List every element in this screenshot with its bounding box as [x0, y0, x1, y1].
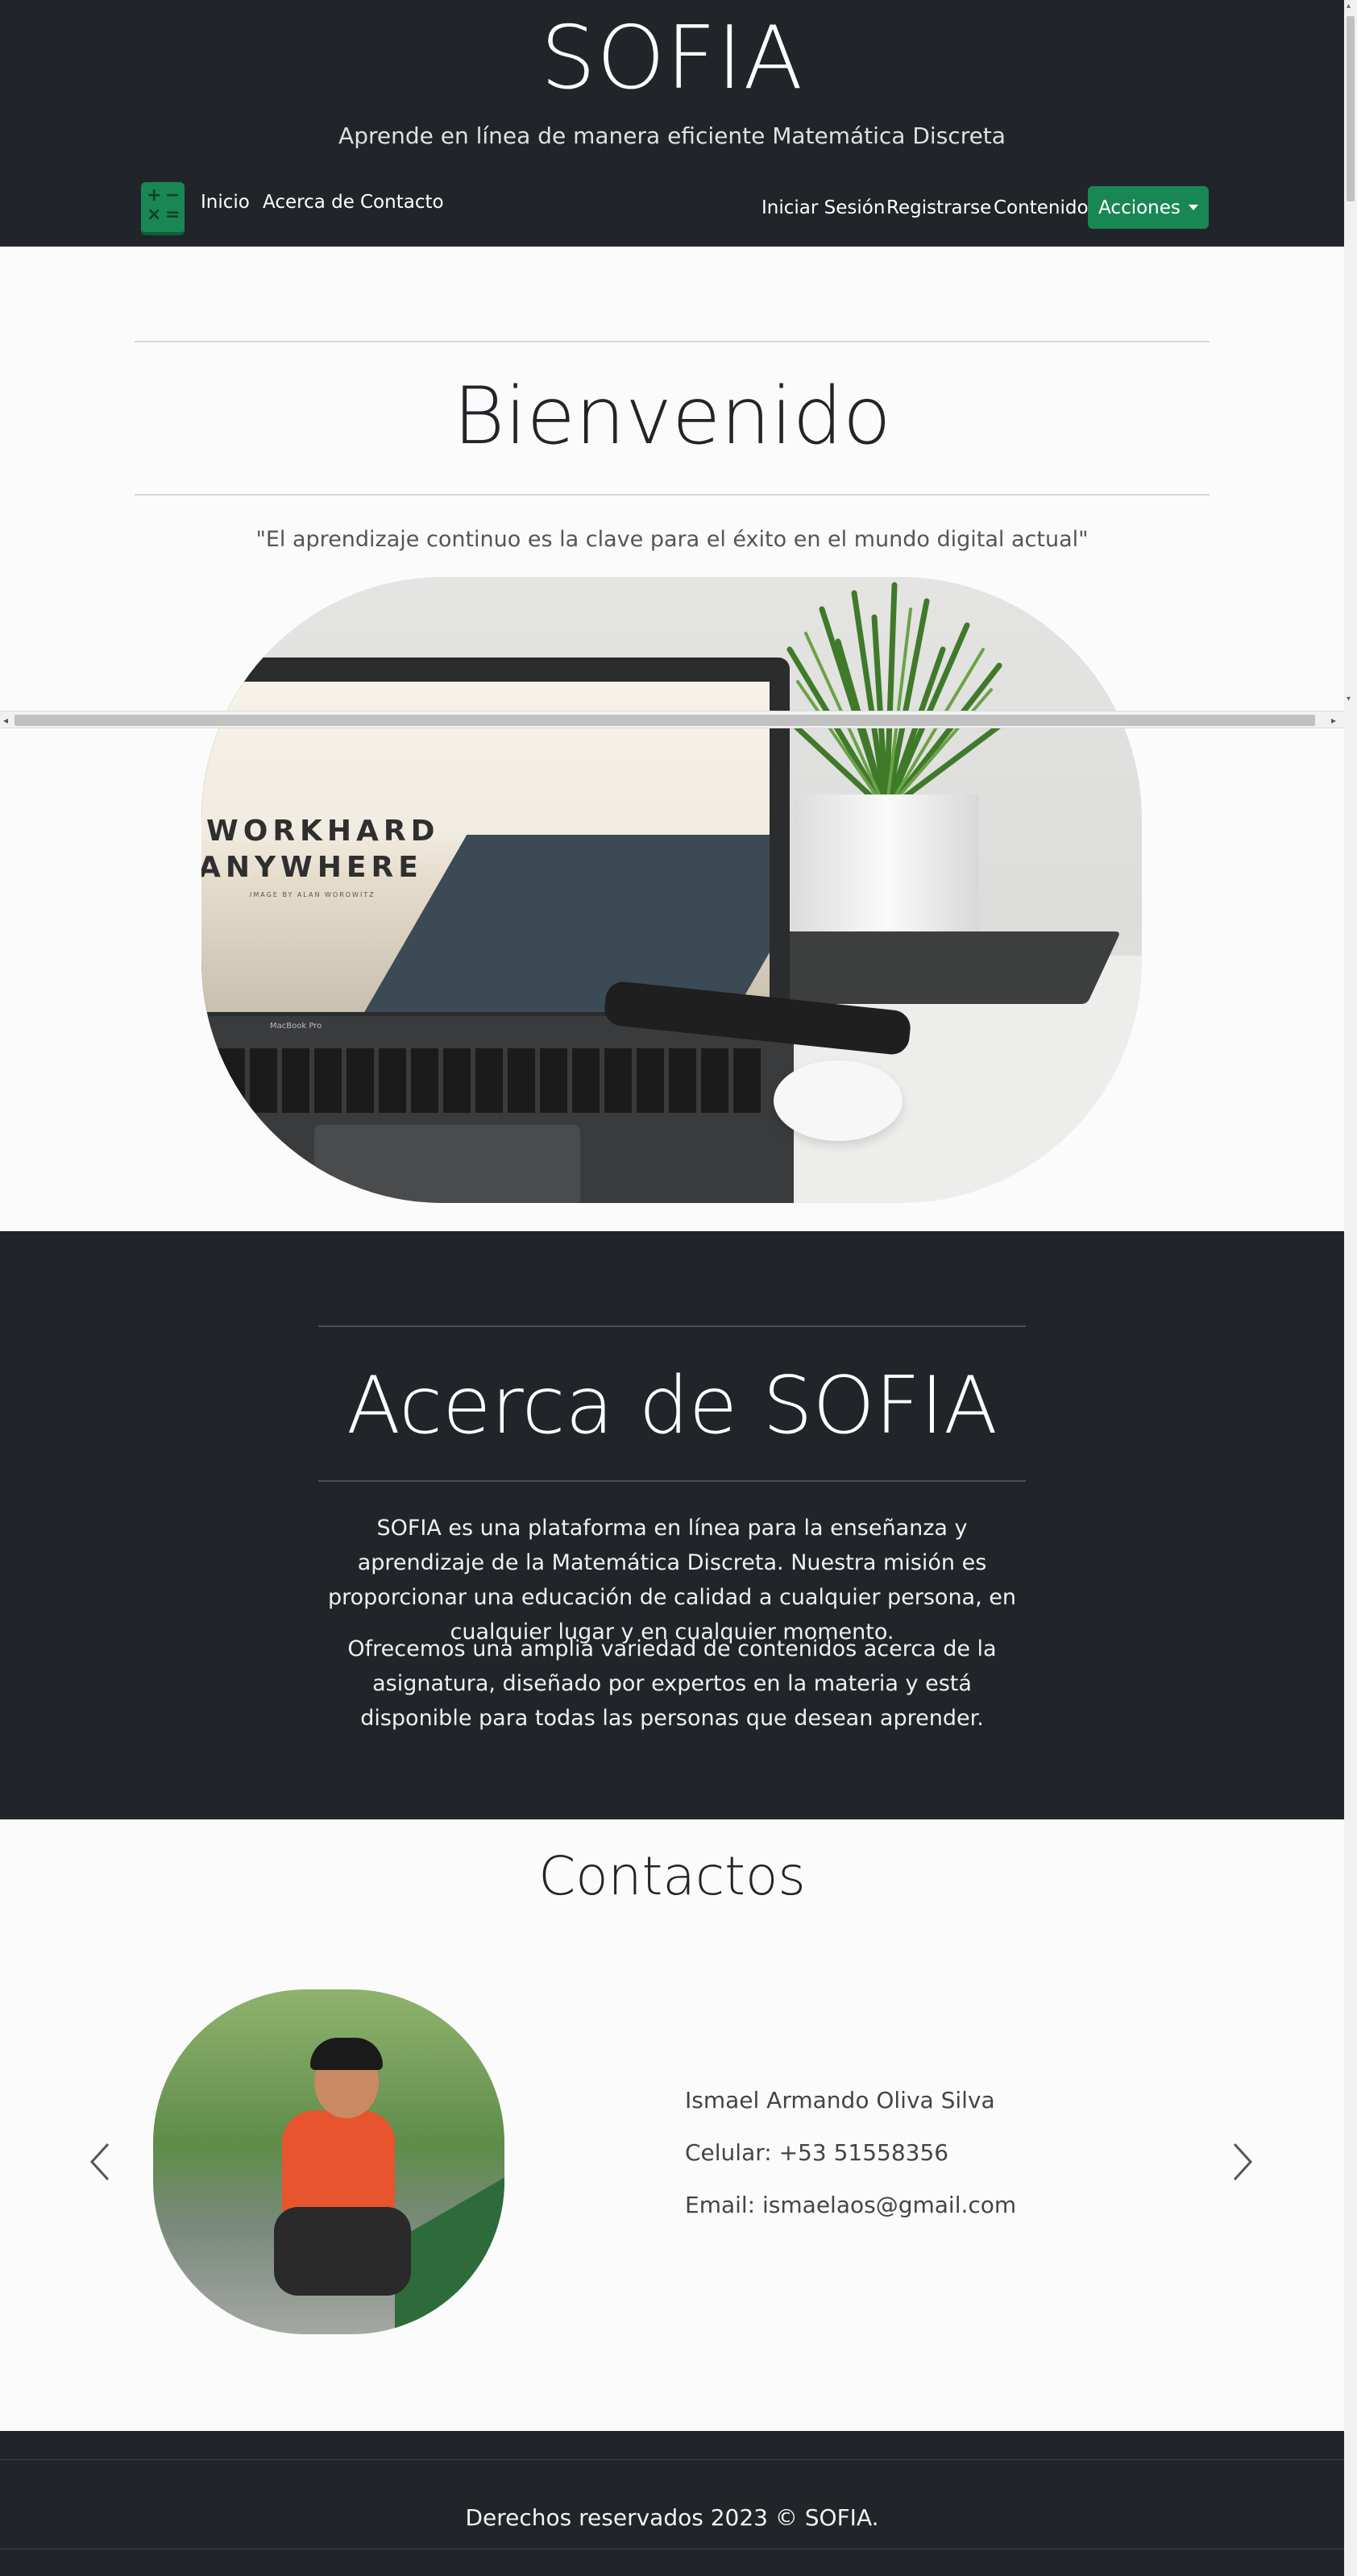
horizontal-scrollbar[interactable]: ◂ ▸ [0, 711, 1344, 728]
about-paragraph-2: Ofrecemos una amplia variedad de conteni… [347, 1636, 997, 1731]
scroll-left-icon[interactable]: ◂ [3, 714, 8, 727]
divider-top [135, 341, 1210, 342]
photo-legs [274, 2207, 411, 2296]
divider-bottom [135, 494, 1210, 496]
photo-person [282, 2110, 395, 2223]
site-title: SOFIA [540, 8, 804, 109]
site-footer: Derechos reservados 2023 © SOFIA. [0, 2431, 1344, 2576]
welcome-title: Bienvenido [453, 371, 891, 463]
scroll-right-icon[interactable]: ▸ [1331, 714, 1336, 727]
screen-text-anywhere: ANYWHERE [201, 851, 423, 884]
nav-acerca-de[interactable]: Acerca de [263, 192, 355, 213]
about-divider-bottom [318, 1480, 1026, 1482]
welcome-quote: "El aprendizaje continuo es la clave par… [255, 527, 1089, 552]
page: SOFIA Aprende en línea de manera eficien… [0, 0, 1344, 2576]
logo-equals-glyph: = [165, 205, 181, 225]
contact-email: Email: ismaelaos@gmail.com [685, 2192, 1017, 2218]
carousel-next-icon[interactable] [1226, 2139, 1259, 2184]
hero-image: WORKHARD ANYWHERE IMAGE BY ALAN WOROWITZ… [201, 577, 1142, 1203]
horizontal-scrollbar-thumb[interactable] [15, 715, 1315, 726]
screen-text-workhard: WORKHARD [206, 815, 440, 848]
screen-text-credit: IMAGE BY ALAN WOROWITZ [250, 891, 376, 898]
contacts-title: Contactos [538, 1845, 806, 1907]
footer-divider-top [0, 2459, 1344, 2460]
laptop-touchpad [314, 1125, 580, 1203]
vertical-scrollbar-thumb[interactable] [1347, 16, 1355, 201]
contact-phone: Celular: +53 51558356 [685, 2139, 949, 2166]
nav-contacto[interactable]: Contacto [360, 192, 444, 213]
site-subtitle: Aprende en línea de manera eficiente Mat… [338, 122, 1006, 149]
computer-mouse [774, 1060, 903, 1141]
footer-copyright: Derechos reservados 2023 © SOFIA. [465, 2504, 879, 2531]
about-section: Acerca de SOFIA SOFIA es una plataforma … [0, 1231, 1344, 1819]
logo-plus-glyph: + [147, 185, 162, 205]
logo-minus-glyph: − [165, 185, 181, 205]
scroll-down-icon[interactable]: ▾ [1347, 695, 1351, 703]
acciones-label: Acciones [1098, 197, 1181, 218]
nav-inicio[interactable]: Inicio [201, 192, 250, 213]
math-logo-icon[interactable]: + − × = [141, 182, 185, 235]
carousel-prev-icon[interactable] [84, 2139, 116, 2184]
scroll-up-icon[interactable]: ▴ [1347, 2, 1351, 10]
about-title: Acerca de SOFIA [346, 1360, 998, 1452]
nav-registrarse[interactable]: Registrarse [886, 197, 991, 218]
laptop-label: MacBook Pro [270, 1022, 322, 1031]
site-header: SOFIA Aprende en línea de manera eficien… [0, 0, 1344, 247]
about-divider-top [318, 1325, 1026, 1327]
nav-contenido[interactable]: Contenido [994, 197, 1089, 218]
nav-iniciar-sesion[interactable]: Iniciar Sesión [761, 197, 885, 218]
laptop-keyboard [218, 1048, 766, 1113]
contact-name: Ismael Armando Oliva Silva [685, 2087, 995, 2113]
acciones-dropdown-button[interactable]: Acciones [1088, 186, 1209, 229]
photo-cap [310, 2038, 383, 2070]
laptop-screen: WORKHARD ANYWHERE IMAGE BY ALAN WOROWITZ [201, 682, 770, 1012]
logo-times-glyph: × [147, 205, 162, 225]
caret-down-icon [1188, 205, 1198, 210]
about-paragraph-1: SOFIA es una plataforma en línea para la… [328, 1516, 1016, 1645]
contact-avatar [153, 1989, 504, 2334]
vertical-scrollbar[interactable]: ▴ ▾ [1344, 0, 1357, 2576]
photo-bench [395, 2157, 504, 2334]
